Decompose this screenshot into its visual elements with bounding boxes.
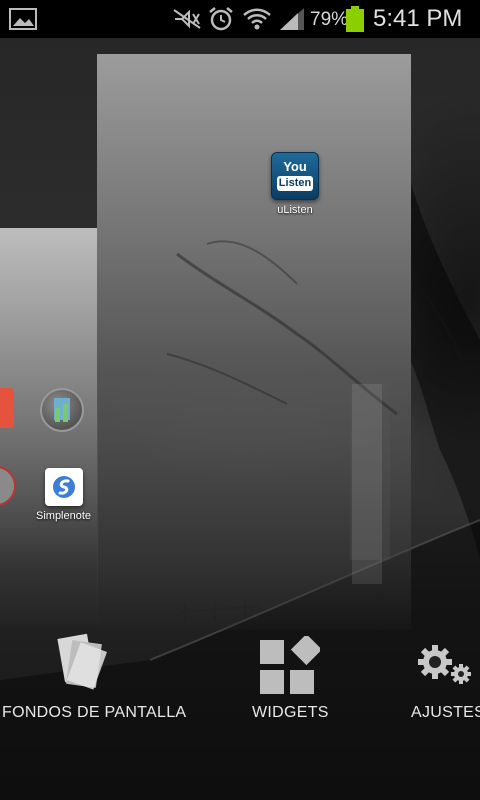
app-label: Simplenote [36, 510, 92, 522]
signal-icon [280, 8, 304, 30]
ulisten-icon: You Listen [271, 152, 319, 200]
mute-icon [173, 9, 201, 29]
battery-icon [346, 6, 364, 32]
cut-off-app-icon [0, 388, 14, 428]
option-label: AJUSTES [411, 704, 480, 721]
widgets-icon [260, 636, 320, 694]
battery-percent: 79% [310, 9, 349, 30]
wifi-icon [243, 8, 271, 30]
cut-off-app[interactable] [0, 466, 16, 506]
app-label: uListen [277, 204, 313, 216]
app-simplenote[interactable]: Simplenote [36, 468, 91, 522]
round-app[interactable] [40, 388, 84, 432]
cut-off-app[interactable] [0, 388, 14, 428]
ulisten-icon-text: Listen [277, 176, 313, 191]
cut-off-app-icon [0, 466, 16, 506]
home-page-preview-left[interactable]: Simplenote [0, 228, 98, 628]
alarm-icon [209, 7, 233, 31]
round-app-icon [40, 388, 84, 432]
home-page-preview-center[interactable]: You Listen uListen [97, 54, 411, 630]
option-label: WIDGETS [252, 704, 329, 721]
clock: 5:41 PM [373, 5, 463, 32]
option-label: FONDOS DE PANTALLA [2, 704, 187, 721]
simplenote-icon [44, 468, 83, 506]
app-ulisten[interactable]: You Listen uListen [264, 152, 326, 216]
wallpapers-icon [57, 633, 107, 690]
gallery-icon[interactable] [8, 6, 38, 32]
page-wallpaper-trees [166, 240, 398, 584]
settings-icon [418, 645, 471, 684]
status-bar: 79% 5:41 PM [0, 0, 480, 38]
ulisten-icon-text: You [283, 159, 307, 174]
